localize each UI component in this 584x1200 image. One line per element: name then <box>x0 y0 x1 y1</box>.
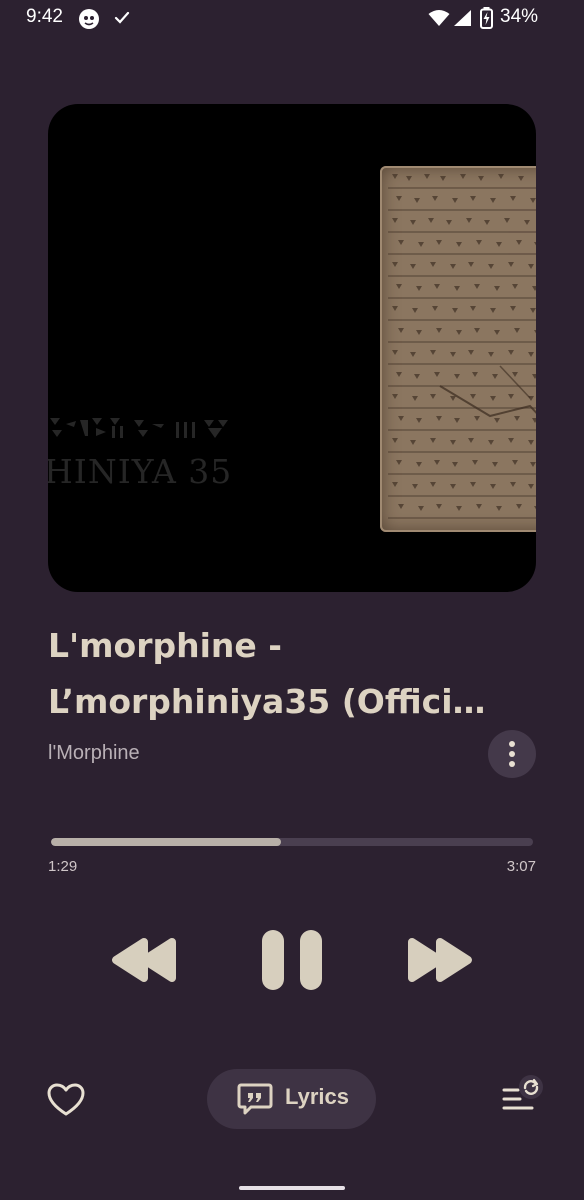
clay-tablet-image <box>380 166 536 532</box>
pause-button[interactable] <box>260 928 324 992</box>
lyrics-label: Lyrics <box>285 1084 350 1109</box>
battery-charging-icon <box>480 7 493 29</box>
rewind-icon <box>112 938 176 982</box>
heart-outline-icon <box>47 1083 85 1116</box>
lyrics-icon <box>237 1083 273 1115</box>
like-button[interactable] <box>44 1078 88 1122</box>
time-elapsed: 1:29 <box>48 858 78 875</box>
progress-fill <box>51 838 281 846</box>
queue-button[interactable] <box>498 1072 550 1124</box>
cuneiform-inscription <box>50 418 228 438</box>
progress-bar[interactable] <box>51 838 533 846</box>
more-options-button[interactable] <box>488 730 536 778</box>
lyrics-button[interactable]: Lyrics <box>207 1069 376 1129</box>
status-bar: 9:42 34% <box>0 0 584 36</box>
track-title: L'morphine - L’morphiniya35 (Offici… <box>48 618 528 730</box>
fast-forward-button[interactable] <box>404 934 476 986</box>
track-artist[interactable]: l'Morphine <box>48 742 140 765</box>
album-art: HINIYA 35 <box>48 104 536 592</box>
pause-icon <box>262 930 322 990</box>
home-indicator[interactable] <box>239 1186 345 1190</box>
status-time: 9:42 <box>26 6 63 27</box>
rewind-button[interactable] <box>108 934 180 986</box>
battery-percentage: 34% <box>500 6 539 27</box>
fast-forward-icon <box>408 938 472 982</box>
check-icon <box>114 11 130 24</box>
cellular-signal-icon <box>454 10 471 26</box>
time-total: 3:07 <box>506 858 536 875</box>
track-title-line-1: L'morphine - <box>48 626 282 665</box>
track-title-line-2: L’morphiniya35 (Offici… <box>48 682 486 721</box>
app-notification-icon <box>79 9 99 29</box>
album-art-caption: HINIYA 35 <box>48 452 233 491</box>
wifi-icon <box>428 10 450 26</box>
queue-icon <box>502 1075 543 1110</box>
more-vertical-icon <box>509 741 515 767</box>
